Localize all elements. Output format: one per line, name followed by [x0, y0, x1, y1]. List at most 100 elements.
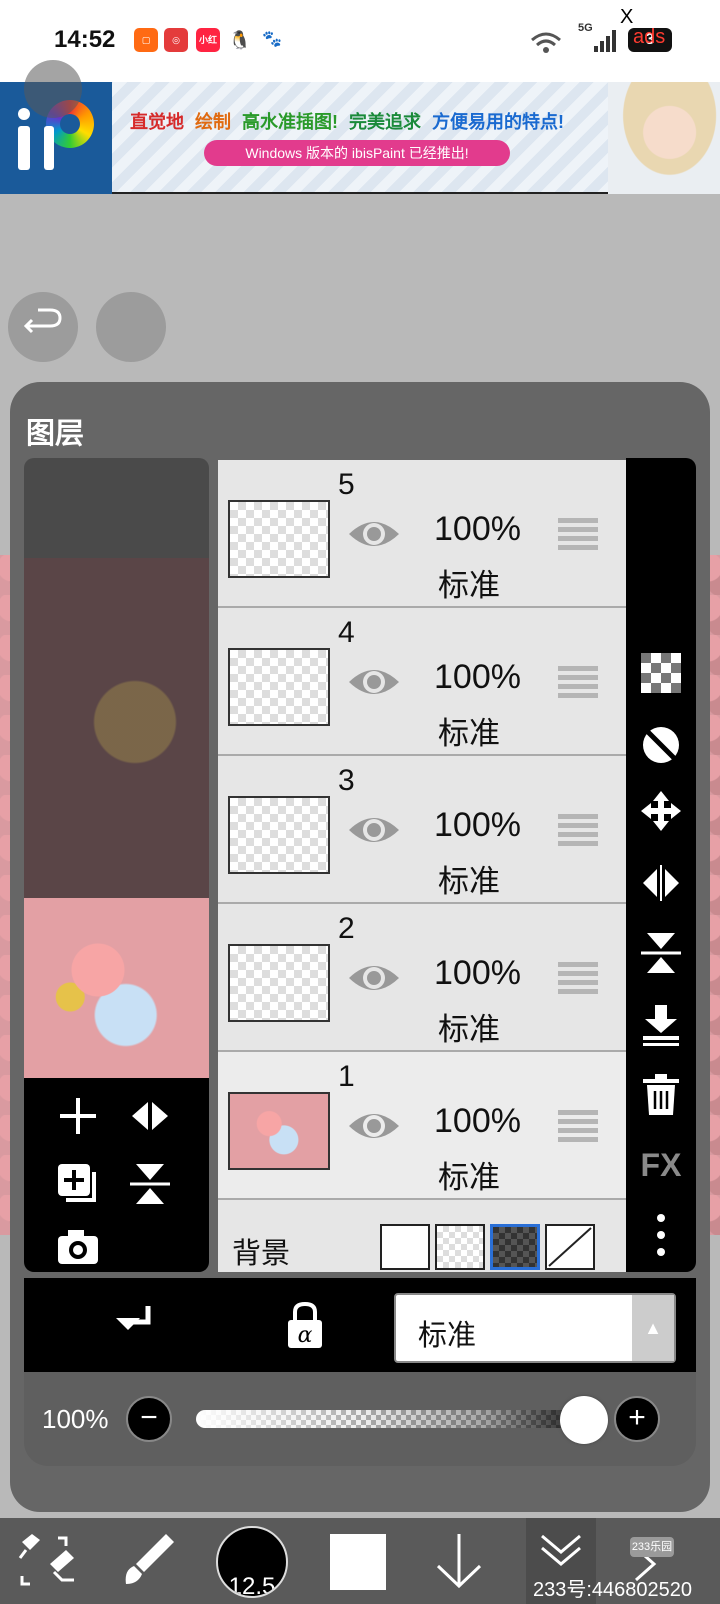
banner-headline-part: 高水准插图! — [242, 112, 339, 132]
ad-close-button[interactable]: X — [620, 6, 633, 29]
svg-text:α: α — [298, 1323, 313, 1348]
netease-news-icon: ◎ — [164, 28, 188, 52]
more-icon — [657, 1214, 665, 1256]
undo-button[interactable] — [8, 292, 78, 362]
visibility-eye-icon[interactable] — [346, 810, 402, 850]
background-white-option[interactable] — [380, 1224, 430, 1270]
layer-row[interactable]: 3 100% 标准 — [218, 756, 626, 904]
opacity-decrease-button[interactable]: − — [126, 1396, 172, 1442]
visibility-eye-icon[interactable] — [346, 662, 402, 702]
flip-vertical-icon — [130, 1164, 170, 1204]
layer-blend-mode: 标准 — [438, 1160, 500, 1195]
add-special-layer-button[interactable] — [54, 1160, 102, 1208]
ad-label: ads — [633, 26, 666, 48]
import-photo-button[interactable] — [54, 1226, 102, 1274]
background-none-option[interactable] — [545, 1224, 595, 1270]
watermark-badge: 233乐园 — [630, 1537, 674, 1557]
trash-icon — [643, 1074, 679, 1115]
layer-row[interactable]: 4 100% 标准 — [218, 608, 626, 756]
undo-icon — [23, 308, 62, 334]
merge-down-icon — [643, 1005, 679, 1046]
flip-canvas-vertical-button[interactable] — [126, 1160, 174, 1208]
status-time: 14:52 — [54, 26, 116, 53]
layer-thumbnail — [228, 648, 330, 726]
flip-layer-vertical-button[interactable] — [626, 926, 696, 980]
background-dark-option-selected[interactable] — [490, 1224, 540, 1270]
layer-thumbnail — [228, 796, 330, 874]
layer-number: 2 — [338, 912, 355, 945]
blend-mode-select[interactable]: 标准 ▲ — [394, 1293, 676, 1363]
banner-character-image — [608, 82, 720, 194]
invert-layer-button[interactable] — [626, 718, 696, 772]
alpha-lock-button[interactable]: α — [280, 1300, 330, 1350]
layer-down-button[interactable] — [426, 1528, 492, 1594]
drag-handle-icon[interactable] — [558, 518, 598, 550]
checker-icon — [641, 653, 681, 693]
layer-preview — [24, 458, 209, 1078]
layer-number: 4 — [338, 616, 355, 649]
background-row: 背景 — [218, 1220, 626, 1272]
tool-selection-button[interactable] — [14, 1528, 80, 1594]
redo-button[interactable] — [96, 292, 166, 362]
transparent-fill-button[interactable] — [626, 646, 696, 700]
layer-list: 5 100% 标准 4 100% 标准 3 100% 标准 2 100% 标准 … — [218, 460, 626, 1220]
banner-subline: Windows 版本的 ibisPaint 已经推出! — [204, 140, 510, 166]
layer-row[interactable]: 2 100% 标准 — [218, 904, 626, 1052]
background-label: 背景 — [232, 1238, 291, 1270]
layer-opacity: 100% — [434, 1102, 521, 1140]
alpha-lock-icon: α — [288, 1301, 322, 1348]
camera-icon — [58, 1230, 98, 1264]
layer-opacity: 100% — [434, 510, 521, 548]
brush-icon — [125, 1534, 174, 1584]
opacity-slider[interactable] — [196, 1410, 608, 1428]
brush-size-button[interactable]: 12.5 — [216, 1526, 288, 1598]
opacity-value: 100% — [42, 1404, 109, 1434]
drag-handle-icon[interactable] — [558, 666, 598, 698]
move-layer-button[interactable] — [626, 784, 696, 838]
collapse-chevron-icon — [541, 1534, 581, 1566]
xiaohongshu-icon: 小红书 — [196, 28, 220, 69]
floating-assist-button[interactable] — [24, 60, 82, 118]
layer-opacity: 100% — [434, 954, 521, 992]
add-layer-square-icon — [58, 1164, 96, 1202]
opacity-increase-button[interactable]: + — [614, 1396, 660, 1442]
opacity-slider-thumb[interactable] — [560, 1396, 608, 1444]
visibility-eye-icon[interactable] — [346, 1106, 402, 1146]
diagonal-slash-icon — [548, 1227, 592, 1267]
layer-blend-mode: 标准 — [438, 1012, 500, 1047]
layer-blend-mode: 标准 — [438, 716, 500, 751]
signal-icon — [594, 30, 616, 52]
layer-row-selected[interactable]: 1 100% 标准 — [218, 1052, 626, 1200]
delete-layer-button[interactable] — [626, 1068, 696, 1122]
merge-down-button[interactable] — [626, 998, 696, 1052]
layer-number: 5 — [338, 468, 355, 501]
qq-penguin-icon: 🐧 — [228, 28, 252, 52]
brush-tool-button[interactable] — [116, 1528, 182, 1594]
layer-row[interactable]: 5 100% 标准 — [218, 460, 626, 608]
background-transparent-option[interactable] — [435, 1224, 485, 1270]
baidu-icon: 🐾 — [260, 28, 284, 52]
add-layer-button[interactable] — [54, 1092, 102, 1140]
layer-opacity: 100% — [434, 658, 521, 696]
wifi-icon — [531, 32, 561, 53]
drag-handle-icon[interactable] — [558, 814, 598, 846]
drag-handle-icon[interactable] — [558, 962, 598, 994]
flip-canvas-horizontal-button[interactable] — [126, 1092, 174, 1140]
more-options-button[interactable] — [626, 1208, 696, 1262]
ad-banner[interactable]: 直觉地 绘制 高水准插图! 完美追求 方便易用的特点! Windows 版本的 … — [0, 82, 720, 194]
visibility-eye-icon[interactable] — [346, 958, 402, 998]
flip-layer-horizontal-button[interactable] — [626, 856, 696, 910]
banner-headline-part: 绘制 — [195, 112, 232, 132]
color-swatch-button[interactable] — [330, 1534, 386, 1590]
layer-thumbnail — [228, 944, 330, 1022]
clipping-button[interactable] — [114, 1302, 160, 1348]
layer-number: 3 — [338, 764, 355, 797]
flip-horizontal-icon — [643, 865, 679, 901]
drag-handle-icon[interactable] — [558, 1110, 598, 1142]
layer-thumbnail — [228, 500, 330, 578]
banner-headline-part: 完美追求 — [349, 112, 422, 132]
visibility-eye-icon[interactable] — [346, 514, 402, 554]
fx-icon[interactable]: FX — [626, 1138, 696, 1192]
layer-opacity: 100% — [434, 806, 521, 844]
watermark-text: 233号:446802520 — [533, 1579, 693, 1601]
